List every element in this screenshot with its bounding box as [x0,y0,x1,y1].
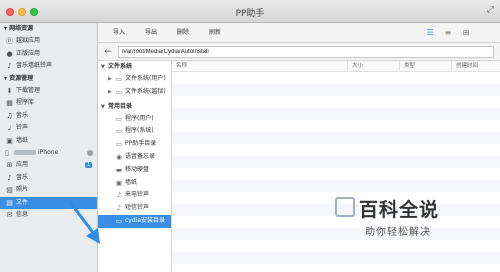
image-icon: ▣ [115,178,123,187]
sidebar-item-jailbreak-apps[interactable]: ⓟ 越狱应用 [0,35,97,48]
bell-icon: ♩ [7,124,12,132]
apps-icon: ⊞ [6,161,13,169]
empty-row [172,264,500,272]
title-bar: PP助手 ⤢ [0,0,500,23]
sidebar-item-device-photos[interactable]: ▨ 照片 [0,184,97,197]
download-icon: ⬇ [6,86,13,95]
watermark-logo-icon [335,197,355,217]
grid-view-icon[interactable]: ⊞ [460,28,472,38]
delete-button[interactable]: 删除 [172,27,194,39]
fullscreen-icon[interactable]: ⤢ [487,5,494,15]
eject-icon[interactable] [87,150,93,156]
empty-row [172,168,500,180]
watermark: 百科全说 助你轻松解决 [335,195,480,245]
annotation-arrow [68,200,100,244]
sidebar-item-device-apps[interactable]: ⊞ 应用 1 [0,159,97,172]
tree-item-wallpaper[interactable]: ▣ 墙纸 [98,177,171,190]
sidebar-item-download-manager[interactable]: ⬇ 下载管理 [0,85,97,98]
tree-item-pp-directory[interactable]: ▭ PP助手目录 [98,138,171,151]
empty-row [172,132,500,144]
column-header-type[interactable]: 类型 [400,61,452,72]
empty-row [172,180,500,192]
sidebar-item-music[interactable]: ♫ 音乐 [0,110,97,123]
chevron-down-icon: ▼ [101,64,105,70]
image-icon: ▣ [6,136,13,145]
sidebar-device-header[interactable]: ▯ iPhone [0,147,97,159]
sidebar-item-wallpaper[interactable]: ▣ 墙纸 [0,135,97,148]
chevron-down-icon: ▼ [101,103,105,110]
refresh-button[interactable]: 刷新 [204,27,226,39]
photo-icon: ▨ [6,186,13,194]
music-icon: ♪ [7,62,12,70]
detail-view-icon[interactable]: ≡ [442,28,454,38]
watermark-title: 百科全说 [359,199,440,221]
tree-item-apps-user[interactable]: ▭ 程序(用户) [98,113,171,126]
sidebar-item-official-apps[interactable]: ● 正版应用 [0,48,97,61]
empty-row [172,144,500,156]
empty-row [172,108,500,120]
column-header-size[interactable]: 大小 [348,61,400,72]
chevron-right-icon: ▶ [108,76,112,82]
path-input[interactable] [118,46,494,58]
tree-item-voice-memos[interactable]: ◉ 语音备忘录 [98,151,171,164]
tree-item-call-ringtones[interactable]: ♪ 来电铃声 [98,189,171,202]
empty-row [172,156,500,168]
path-bar: ← [98,43,500,61]
watermark-subtitle: 助你轻松解决 [365,227,431,238]
folder-icon: ▭ [115,216,123,225]
music-icon: ♫ [6,111,13,120]
folder-icon: ▭ [115,127,123,136]
drive-icon: ▬ [115,165,123,174]
empty-row [172,252,500,264]
sidebar-item-ringtones[interactable]: ♩ 铃声 [0,122,97,135]
mic-icon: ◉ [116,152,122,161]
apple-icon: ● [6,49,13,58]
tree-item-sms-ringtones[interactable]: ♪ 短信铃声 [98,202,171,215]
sidebar-section-title: ▾ 网络资源 [4,25,34,32]
column-header-name[interactable]: 名称 [172,61,348,72]
phone-icon: ▯ [5,149,9,157]
bell-icon: ♪ [116,191,122,200]
store-icon: ⓟ [6,37,13,45]
empty-row [172,84,500,96]
sidebar-item-music-wallpaper-ringtones[interactable]: ♪ 音乐墙纸铃声 [0,60,97,73]
folder-icon: ▭ [115,87,123,96]
apps-count-badge: 1 [84,162,92,168]
folder-icon: ▭ [115,140,123,149]
list-view-icon[interactable]: ☰ [424,28,436,38]
empty-row [172,120,500,132]
tree-item-cydia-install-dir[interactable]: ▭ cydia安装目录 [98,214,171,228]
window-title: PP助手 [235,9,265,19]
directory-tree: ▼ 文件系统 ▶ ▭ 文件系统(用户) ▶ ▭ 文件系统(越狱) ▼ 常用目录 ▭ 程序(用户… [98,61,172,272]
tree-item-apps-system[interactable]: ▭ 程序(系统) [98,125,171,138]
folder-icon: ▤ [6,198,13,207]
tree-item-mobile-drive[interactable]: ▬ 移动硬盘 [98,164,171,177]
sidebar-item-app-library[interactable]: ▦ 程序库 [0,97,97,110]
bell-icon: ♪ [116,204,122,213]
tree-item-filesystem-user[interactable]: ▶ ▭ 文件系统(用户) [98,73,171,86]
empty-row [172,72,500,84]
sidebar-item-device-music[interactable]: ♪ 音乐 [0,172,97,185]
library-icon: ▦ [6,99,13,107]
chevron-right-icon: ▶ [108,88,112,95]
empty-row [172,96,500,108]
sidebar-section-title: ▾ 资源管理 [4,74,34,82]
folder-icon: ▭ [115,75,123,83]
column-header-created[interactable]: 创建时间 [452,61,500,72]
device-name-redacted [14,150,36,155]
message-icon: ✉ [6,211,13,219]
back-arrow-icon[interactable]: ← [103,46,113,58]
tree-group-filesystem[interactable]: ▼ 文件系统 [98,61,171,73]
tree-group-common[interactable]: ▼ 常用目录 [98,101,171,113]
tree-item-filesystem-jailbreak[interactable]: ▶ ▭ 文件系统(越狱) [98,86,171,99]
folder-icon: ▭ [115,114,123,123]
export-button[interactable]: 导出 [140,27,162,39]
import-button[interactable]: 导入 [108,27,130,39]
toolbar: 导入 导出 删除 刷新 ☰ ≡ ⊞ [98,23,500,43]
music-icon: ♪ [7,173,12,182]
